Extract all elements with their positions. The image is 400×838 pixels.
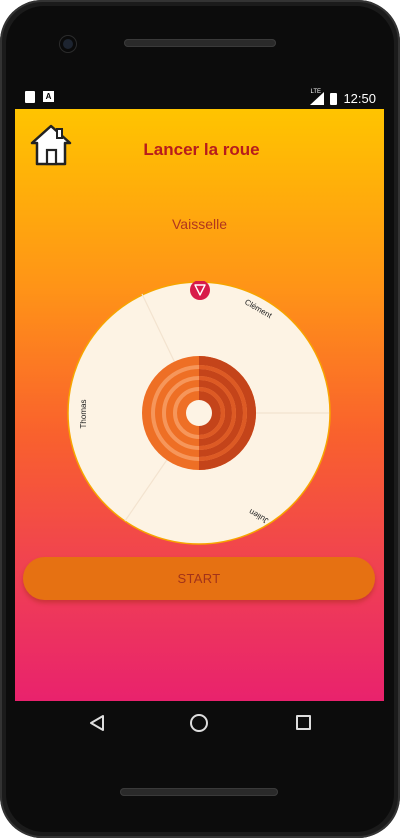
app-screen: Lancer la roue Vaisselle Clément Julien …	[15, 109, 384, 701]
back-icon[interactable]	[89, 714, 105, 732]
recents-icon[interactable]	[296, 715, 311, 730]
sd-card-icon	[25, 91, 35, 103]
battery-icon	[330, 92, 338, 105]
spin-wheel[interactable]: Clément Julien Thomas	[67, 281, 331, 545]
a-notification-icon: A	[43, 91, 54, 102]
status-bar: A LTE 12:50	[15, 88, 384, 110]
status-time: 12:50	[343, 91, 376, 106]
android-nav-bar	[15, 701, 384, 745]
home-circle-icon[interactable]	[190, 714, 208, 732]
status-notifications: A	[25, 91, 54, 103]
wheel-segment-label: Thomas	[79, 400, 88, 429]
task-name: Vaisselle	[172, 216, 227, 232]
front-camera	[60, 36, 76, 52]
phone-frame: A LTE 12:50 Lancer la roue Vaisselle Clé…	[0, 0, 400, 838]
earpiece-speaker	[124, 39, 276, 47]
wheel-hub	[142, 356, 256, 470]
status-indicators: LTE 12:50	[310, 89, 376, 106]
bottom-speaker	[120, 788, 278, 796]
start-button[interactable]: START	[23, 557, 375, 600]
page-title: Lancer la roue	[143, 140, 260, 159]
network-type-label: LTE	[310, 89, 322, 95]
signal-icon: LTE	[310, 89, 325, 105]
